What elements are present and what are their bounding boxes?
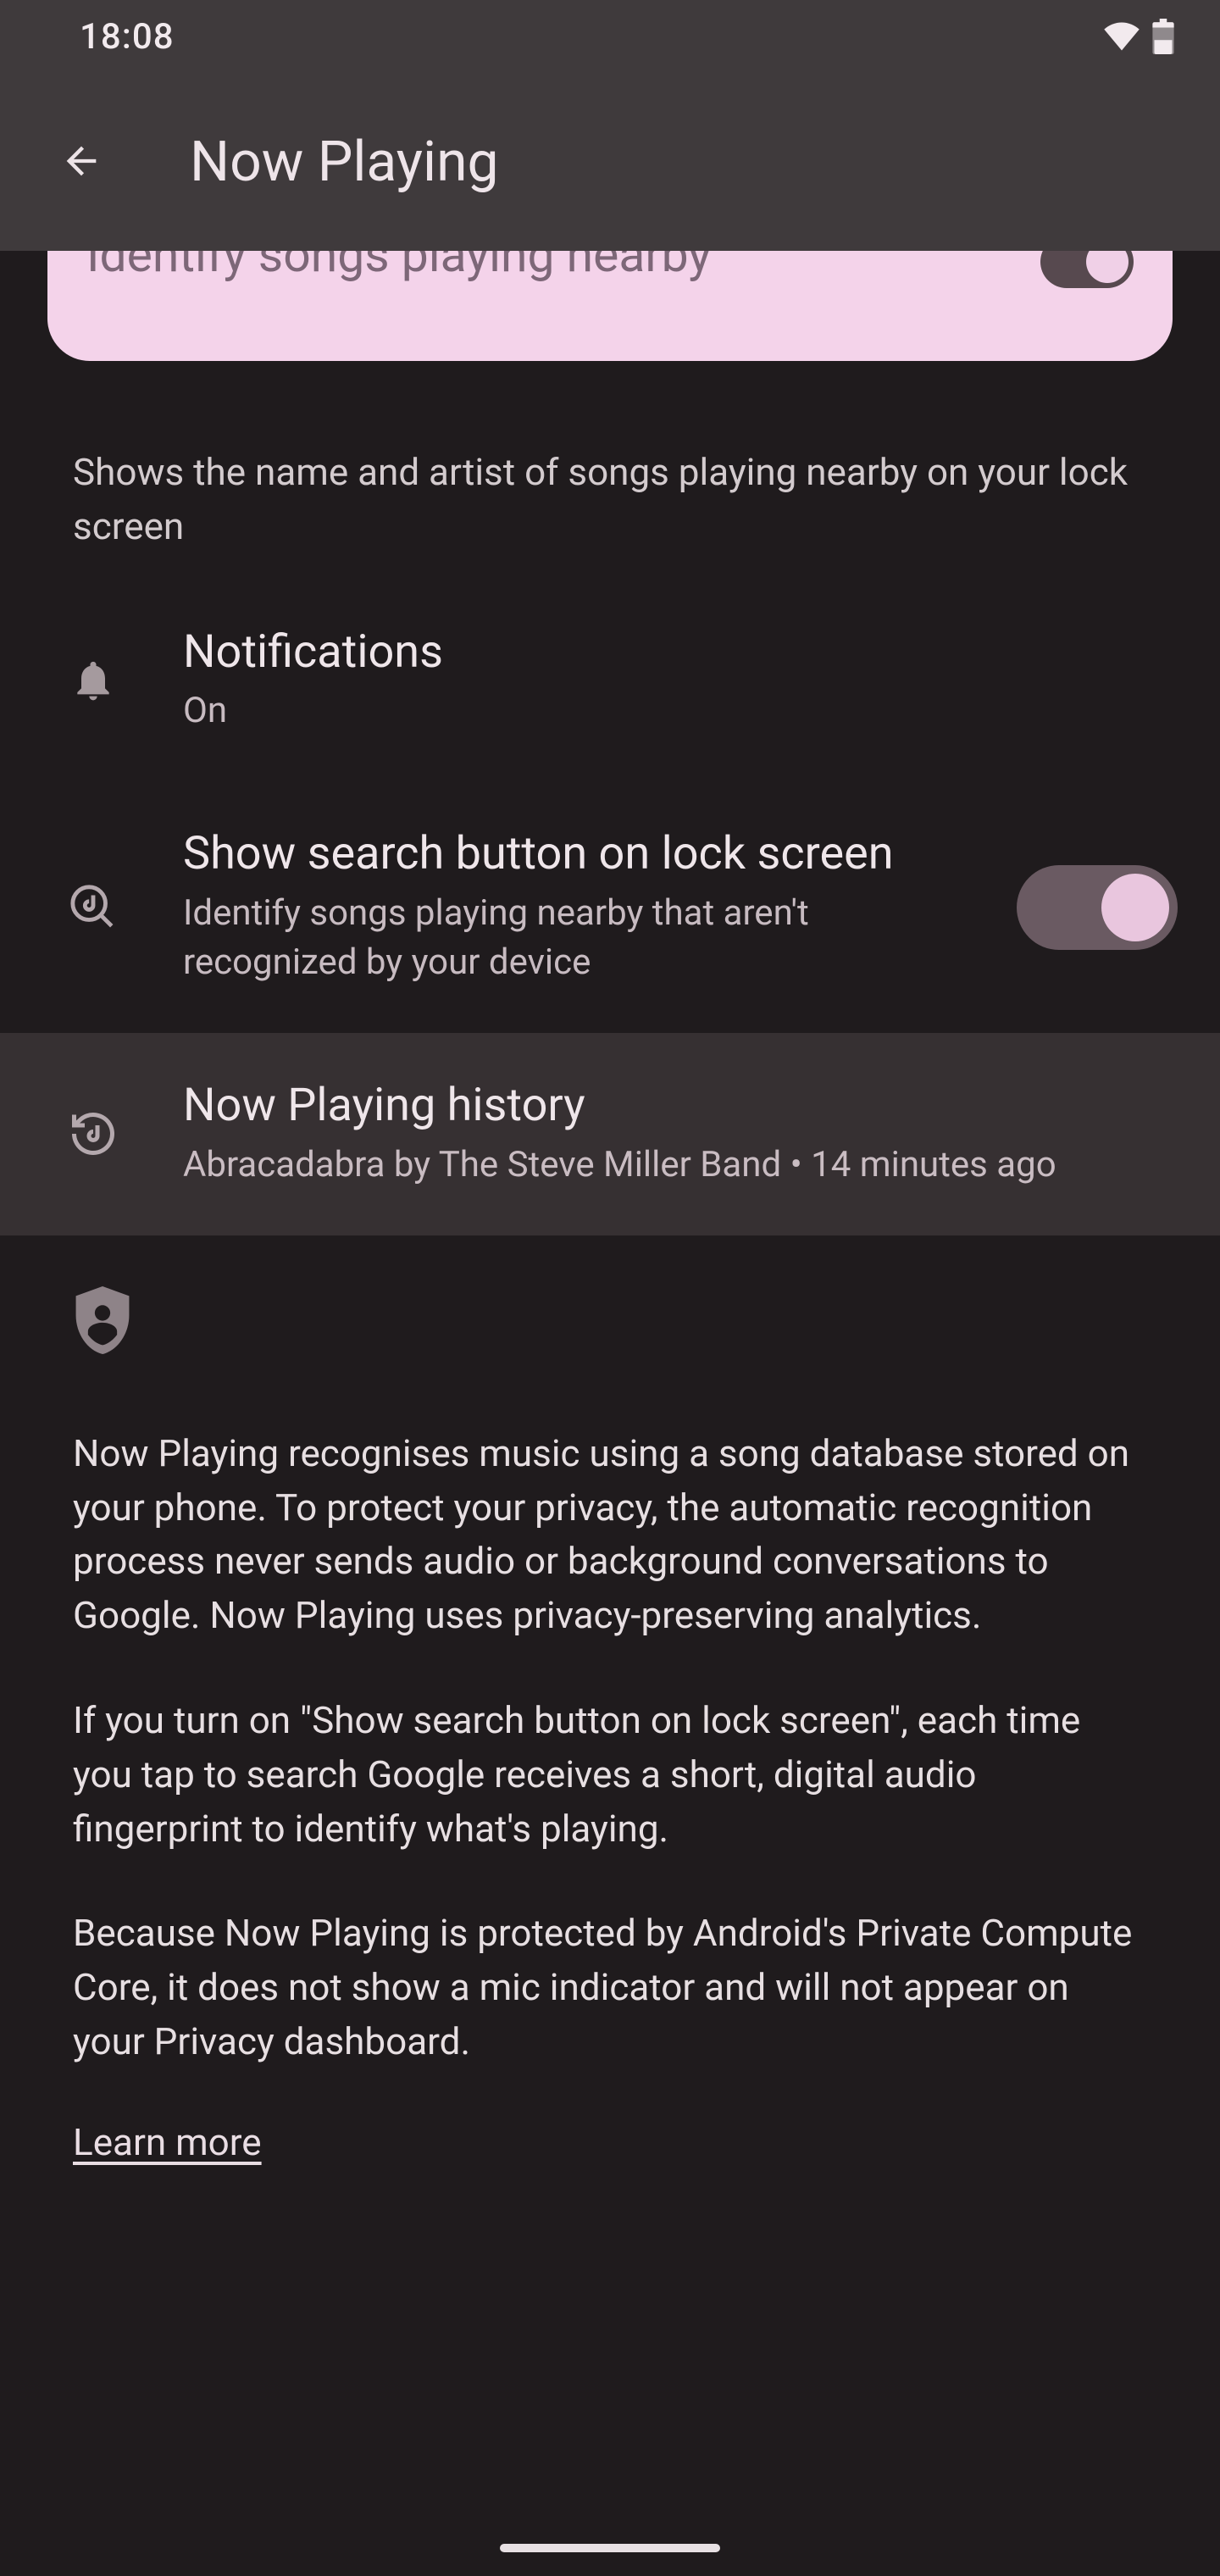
privacy-paragraph-2: If you turn on "Show search button on lo…	[73, 1694, 1147, 1856]
content-scroll[interactable]: Identify songs playing nearby Shows the …	[0, 251, 1220, 2576]
identify-songs-toggle[interactable]	[1040, 251, 1134, 288]
music-search-icon	[59, 883, 127, 932]
identify-songs-title: Identify songs playing nearby	[86, 251, 1134, 279]
privacy-paragraph-3: Because Now Playing is protected by Andr…	[73, 1907, 1147, 2068]
app-bar: Now Playing	[0, 73, 1220, 251]
notifications-row[interactable]: Notifications On	[0, 580, 1220, 782]
history-icon	[59, 1108, 127, 1159]
wifi-icon	[1103, 21, 1140, 52]
arrow-back-icon	[59, 139, 103, 186]
now-playing-history-row[interactable]: Now Playing history Abracadabra by The S…	[0, 1033, 1220, 1235]
status-bar: 18:08	[0, 0, 1220, 73]
privacy-info-section: Now Playing recognises music using a son…	[0, 1235, 1220, 2164]
learn-more-link[interactable]: Learn more	[73, 2120, 262, 2164]
privacy-shield-icon	[73, 1286, 1147, 1357]
page-title: Now Playing	[190, 130, 499, 195]
status-icons	[1103, 19, 1174, 54]
show-search-button-title: Show search button on lock screen	[183, 827, 956, 882]
back-button[interactable]	[41, 121, 122, 203]
battery-icon	[1152, 19, 1174, 54]
show-search-button-row[interactable]: Show search button on lock screen Identi…	[0, 781, 1220, 1033]
now-playing-history-subtitle: Abracadabra by The Steve Miller Band • 1…	[183, 1141, 1115, 1190]
privacy-paragraph-1: Now Playing recognises music using a son…	[73, 1427, 1147, 1643]
identify-songs-card[interactable]: Identify songs playing nearby	[47, 251, 1173, 361]
status-time: 18:08	[80, 16, 175, 58]
identify-songs-description: Shows the name and artist of songs playi…	[0, 361, 1220, 580]
bell-icon	[59, 657, 127, 704]
notifications-title: Notifications	[183, 625, 1178, 680]
notifications-status: On	[183, 686, 929, 736]
show-search-button-description: Identify songs playing nearby that aren'…	[183, 889, 929, 987]
navigation-handle[interactable]	[500, 2544, 720, 2552]
now-playing-history-title: Now Playing history	[183, 1079, 1178, 1134]
show-search-button-toggle[interactable]	[1017, 865, 1178, 950]
